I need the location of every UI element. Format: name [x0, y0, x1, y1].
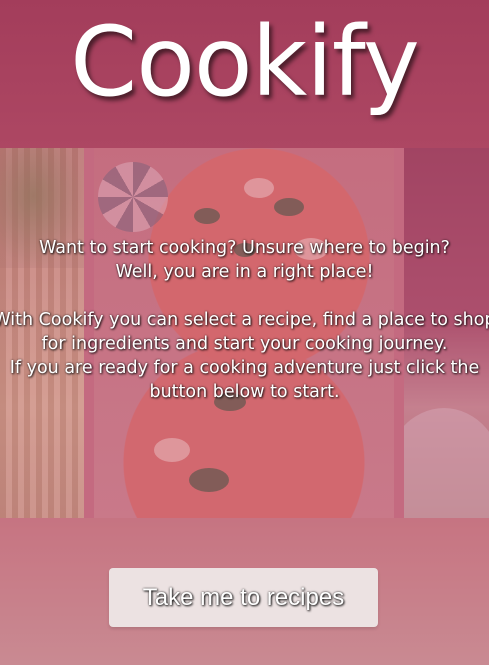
header: Cookify — [0, 0, 489, 148]
intro-line-1: Want to start cooking? Unsure where to b… — [39, 238, 450, 258]
intro-text: Want to start cooking? Unsure where to b… — [0, 236, 489, 404]
intro-line-2: Well, you are in a right place! — [115, 262, 374, 282]
intro-line-4: If you are ready for a cooking adventure… — [9, 358, 480, 402]
logo: Cookify — [70, 6, 420, 118]
take-me-to-recipes-button[interactable]: Take me to recipes — [109, 568, 378, 627]
intro-line-3: With Cookify you can select a recipe, fi… — [0, 310, 489, 354]
